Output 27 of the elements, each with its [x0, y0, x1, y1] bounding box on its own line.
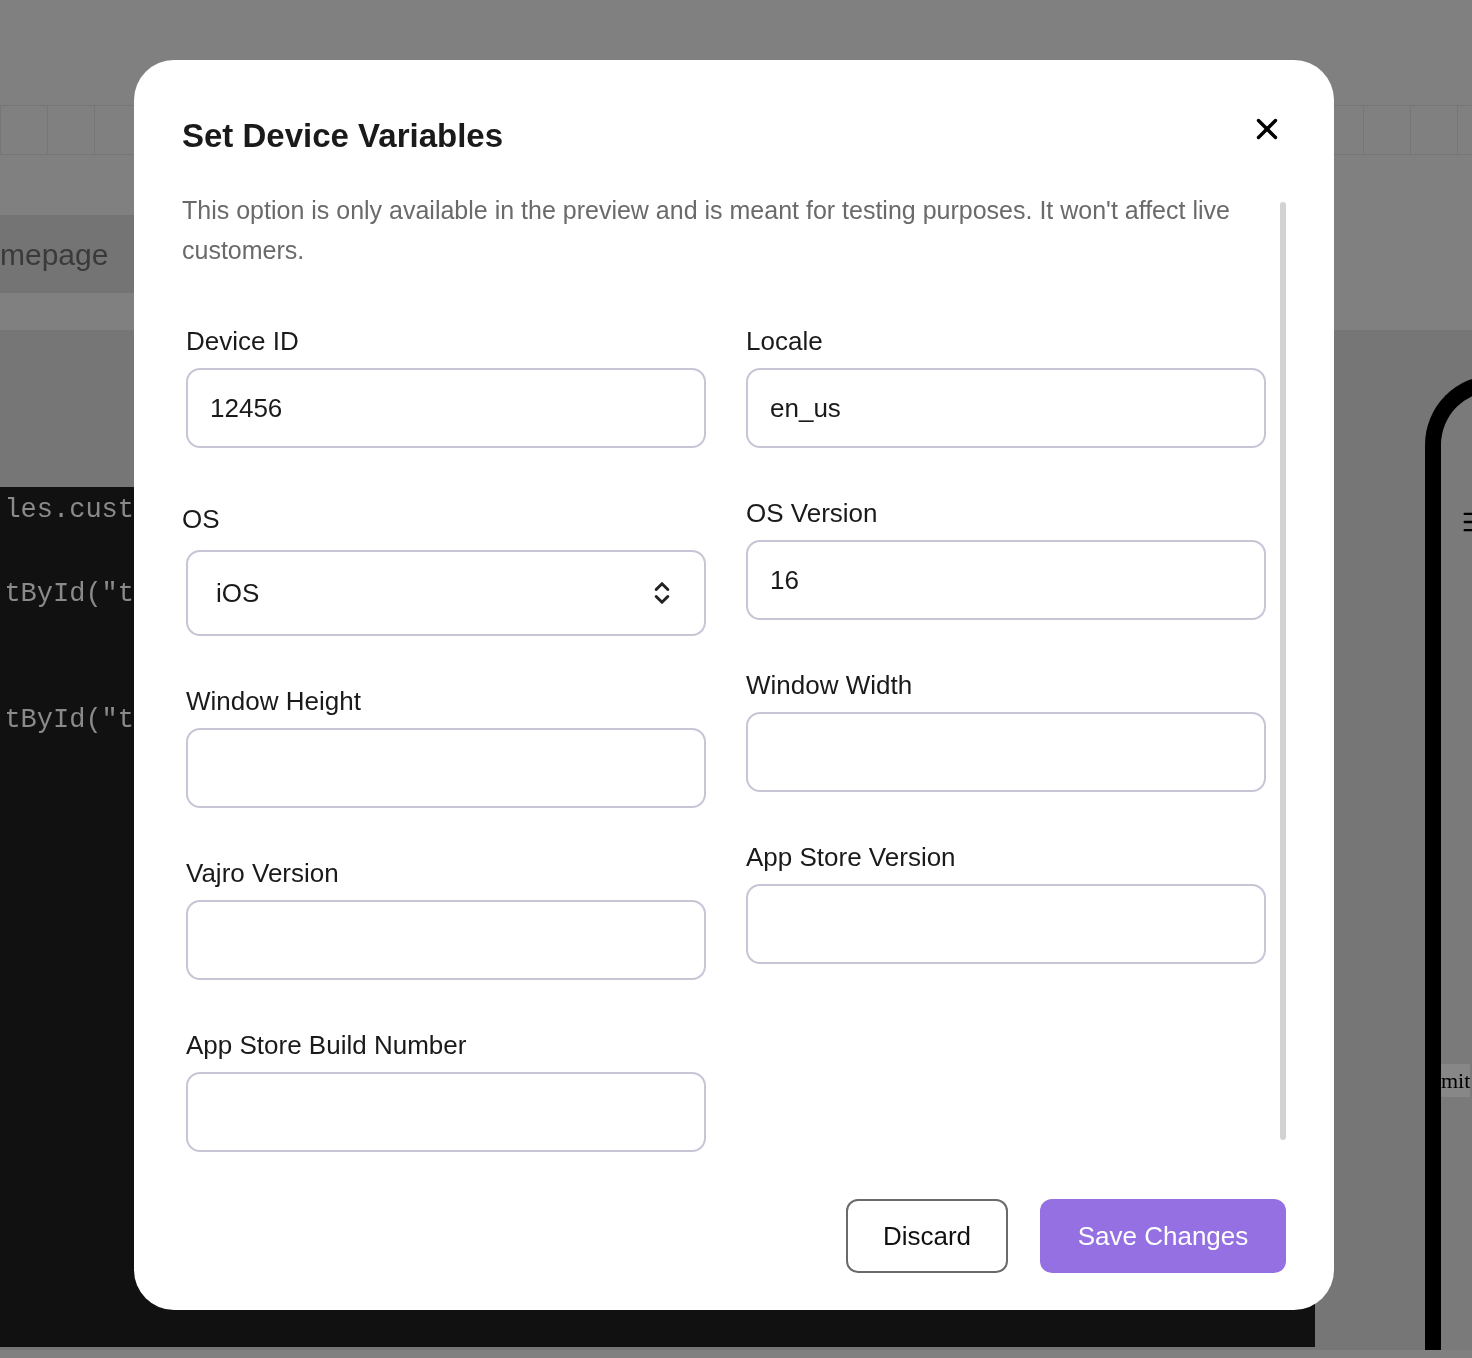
field-label: App Store Build Number	[186, 1029, 468, 1062]
input-field[interactable]	[746, 712, 1266, 792]
input-field[interactable]	[186, 900, 706, 980]
save-button[interactable]: Save Changes	[1040, 1199, 1286, 1273]
side-text: mit	[1441, 1064, 1471, 1097]
code-line: tById("t	[3, 578, 134, 611]
field-label: Window Height	[186, 685, 362, 718]
input-field[interactable]	[186, 728, 706, 808]
dialog-title: Set Device Variables	[182, 116, 504, 156]
field-label: OS	[182, 503, 221, 536]
os-select[interactable]: iOS	[186, 550, 706, 636]
code-line: tById("t	[3, 704, 134, 737]
dialog-description: This option is only available in the preview and is meant for testing purposes. It won't affect live customers.	[182, 195, 1231, 266]
field-label: Window Width	[746, 669, 914, 702]
input-field[interactable]	[186, 1072, 706, 1152]
code-line: les.cust	[3, 494, 134, 527]
input-field[interactable]	[746, 884, 1266, 964]
field-label: Vajro Version	[186, 857, 340, 890]
input-field[interactable]: en_us	[746, 368, 1266, 448]
input-field[interactable]: 16	[746, 540, 1266, 620]
field-label: OS Version	[746, 497, 879, 530]
scrollbar[interactable]	[1280, 202, 1286, 1140]
input-field[interactable]: 12456	[186, 368, 706, 448]
discard-button[interactable]: Discard	[846, 1199, 1008, 1273]
field-label: Locale	[746, 325, 824, 358]
field-label: Device ID	[186, 325, 300, 358]
field-label: App Store Version	[746, 841, 957, 874]
